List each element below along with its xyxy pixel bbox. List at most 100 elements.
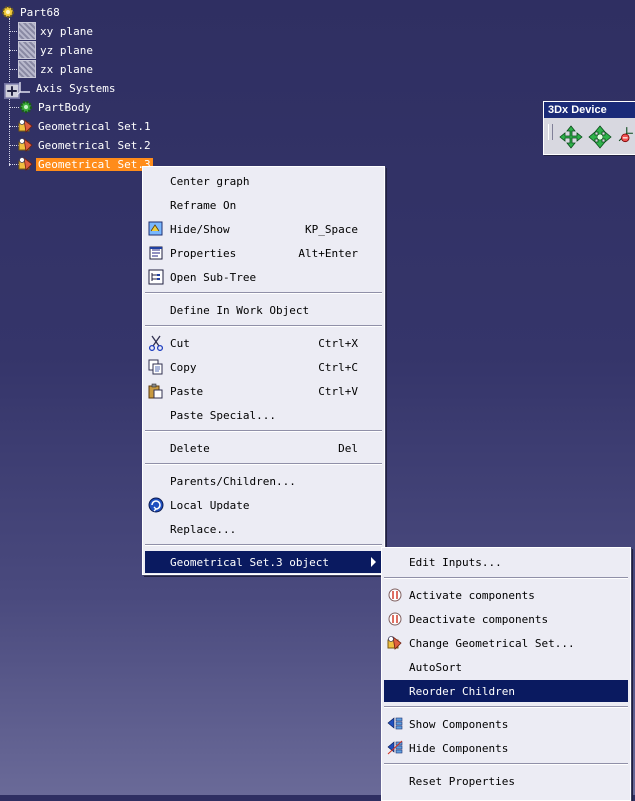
menu-item-label: Change Geometrical Set... [409, 636, 575, 650]
menu-item-label: Activate components [409, 588, 535, 602]
hide-components-icon [387, 740, 403, 756]
activate-icon [387, 587, 403, 603]
menu-item-label: Reset Properties [409, 774, 515, 788]
expand-plus-icon[interactable] [4, 83, 20, 99]
menu-item-label: AutoSort [409, 660, 462, 674]
geometrical-set-icon [18, 156, 34, 172]
menu-separator [145, 463, 382, 465]
menu-item-center-graph[interactable]: Center graph [145, 170, 382, 192]
tree-node-label-selected: Geometrical Set.3 [36, 157, 153, 171]
tree-node-label: Axis Systems [36, 81, 116, 95]
submenu-item-reorder-children[interactable]: Reorder Children [384, 680, 628, 702]
submenu-item-activate-components[interactable]: Activate components [384, 584, 628, 606]
pan-arrows-icon[interactable] [558, 124, 584, 150]
tree-root-label: Part68 [20, 5, 60, 19]
menu-item-label: Geometrical Set.3 object [170, 555, 329, 569]
part-icon [0, 4, 16, 20]
menu-item-hide-show[interactable]: Hide/Show KP_Space [145, 218, 382, 240]
context-menu: Center graph Reframe On Hide/Show KP_Spa… [142, 166, 385, 575]
submenu-item-hide-components[interactable]: Hide Components [384, 737, 628, 759]
menu-item-shortcut: KP_Space [305, 222, 358, 236]
menu-item-label: Properties [170, 246, 237, 260]
menu-item-label: Center graph [170, 174, 250, 188]
menu-item-label: Paste [170, 384, 204, 398]
tree-node-geometrical-set-2[interactable]: Geometrical Set.2 [18, 136, 153, 154]
geometrical-set-icon [18, 137, 34, 153]
menu-item-define-in-work-object[interactable]: Define In Work Object [145, 299, 382, 321]
menu-item-shortcut: Alt+Enter [298, 246, 358, 260]
menu-item-open-sub-tree[interactable]: Open Sub-Tree [145, 266, 382, 288]
menu-item-copy[interactable]: Copy Ctrl+C [145, 356, 382, 378]
submenu-item-reset-properties[interactable]: Reset Properties [384, 770, 628, 792]
menu-item-label: Copy [170, 360, 197, 374]
tree-node-label: xy plane [40, 24, 93, 38]
menu-item-paste[interactable]: Paste Ctrl+V [145, 380, 382, 402]
geometrical-set-icon [18, 118, 34, 134]
sub-tree-icon [148, 269, 164, 285]
menu-item-paste-special[interactable]: Paste Special... [145, 404, 382, 426]
copy-icon [148, 359, 164, 375]
hide-show-icon [148, 221, 164, 237]
menu-item-label: Edit Inputs... [409, 555, 502, 569]
menu-item-delete[interactable]: Delete Del [145, 437, 382, 459]
menu-item-label: Hide/Show [170, 222, 230, 236]
menu-separator [384, 763, 628, 765]
tree-node-label: Geometrical Set.2 [38, 138, 151, 152]
menu-item-shortcut: Del [338, 441, 358, 455]
menu-item-local-update[interactable]: Local Update [145, 494, 382, 516]
partbody-gear-icon [18, 99, 34, 115]
menu-item-geometrical-set-3-object[interactable]: Geometrical Set.3 object [145, 551, 382, 573]
tree-node-zx-plane[interactable]: zx plane [18, 60, 95, 78]
tree-node-label: PartBody [38, 100, 91, 114]
menu-separator [145, 430, 382, 432]
submenu-arrow-icon [371, 557, 376, 567]
plane-icon [18, 22, 36, 40]
menu-item-label: Show Components [409, 717, 509, 731]
tree-node-xy-plane[interactable]: xy plane [18, 22, 95, 40]
menu-item-reframe-on[interactable]: Reframe On [145, 194, 382, 216]
toolbar-grip[interactable] [548, 124, 553, 140]
toolbar-title[interactable]: 3Dx Device [544, 102, 635, 118]
menu-item-parents-children[interactable]: Parents/Children... [145, 470, 382, 492]
submenu-item-deactivate-components[interactable]: Deactivate components [384, 608, 628, 630]
menu-item-label: Delete [170, 441, 210, 455]
menu-item-label: Parents/Children... [170, 474, 296, 488]
plane-icon [18, 60, 36, 78]
menu-item-label: Reorder Children [409, 684, 515, 698]
tree-node-geometrical-set-3[interactable]: Geometrical Set.3 [18, 155, 153, 173]
menu-separator [384, 706, 628, 708]
axis-systems-icon [16, 80, 32, 96]
submenu-item-autosort[interactable]: AutoSort [384, 656, 628, 678]
rotate-arrows-icon[interactable] [587, 124, 613, 150]
toolbar-3dx-device[interactable]: 3Dx Device [543, 101, 635, 155]
tree-node-partbody[interactable]: PartBody [18, 98, 93, 116]
specification-tree: Part68 xy plane yz plane zx plane Axis S… [0, 0, 200, 180]
menu-item-label: Reframe On [170, 198, 237, 212]
tree-node-label: Geometrical Set.1 [38, 119, 151, 133]
menu-item-label: Open Sub-Tree [170, 270, 257, 284]
menu-item-label: Define In Work Object [170, 303, 310, 317]
menu-separator [145, 544, 382, 546]
tree-node-yz-plane[interactable]: yz plane [18, 41, 95, 59]
menu-item-label: Cut [170, 336, 190, 350]
zoom-icon[interactable] [616, 124, 635, 150]
tree-root-part[interactable]: Part68 [0, 3, 62, 21]
menu-separator [145, 325, 382, 327]
menu-item-label: Paste Special... [170, 408, 276, 422]
scissors-icon [148, 335, 164, 352]
submenu-item-edit-inputs[interactable]: Edit Inputs... [384, 551, 628, 573]
tree-node-geometrical-set-1[interactable]: Geometrical Set.1 [18, 117, 153, 135]
properties-icon [148, 245, 164, 261]
show-components-icon [387, 716, 403, 732]
submenu-item-show-components[interactable]: Show Components [384, 713, 628, 735]
submenu-item-change-geometrical-set[interactable]: Change Geometrical Set... [384, 632, 628, 654]
menu-item-properties[interactable]: Properties Alt+Enter [145, 242, 382, 264]
deactivate-icon [387, 611, 403, 627]
menu-separator [384, 577, 628, 579]
sub-menu: Edit Inputs... Activate components Deact… [381, 547, 631, 801]
menu-item-cut[interactable]: Cut Ctrl+X [145, 332, 382, 354]
tree-node-label: zx plane [40, 62, 93, 76]
plane-icon [18, 41, 36, 59]
tree-node-axis-systems[interactable]: Axis Systems [4, 79, 117, 99]
menu-item-replace[interactable]: Replace... [145, 518, 382, 540]
